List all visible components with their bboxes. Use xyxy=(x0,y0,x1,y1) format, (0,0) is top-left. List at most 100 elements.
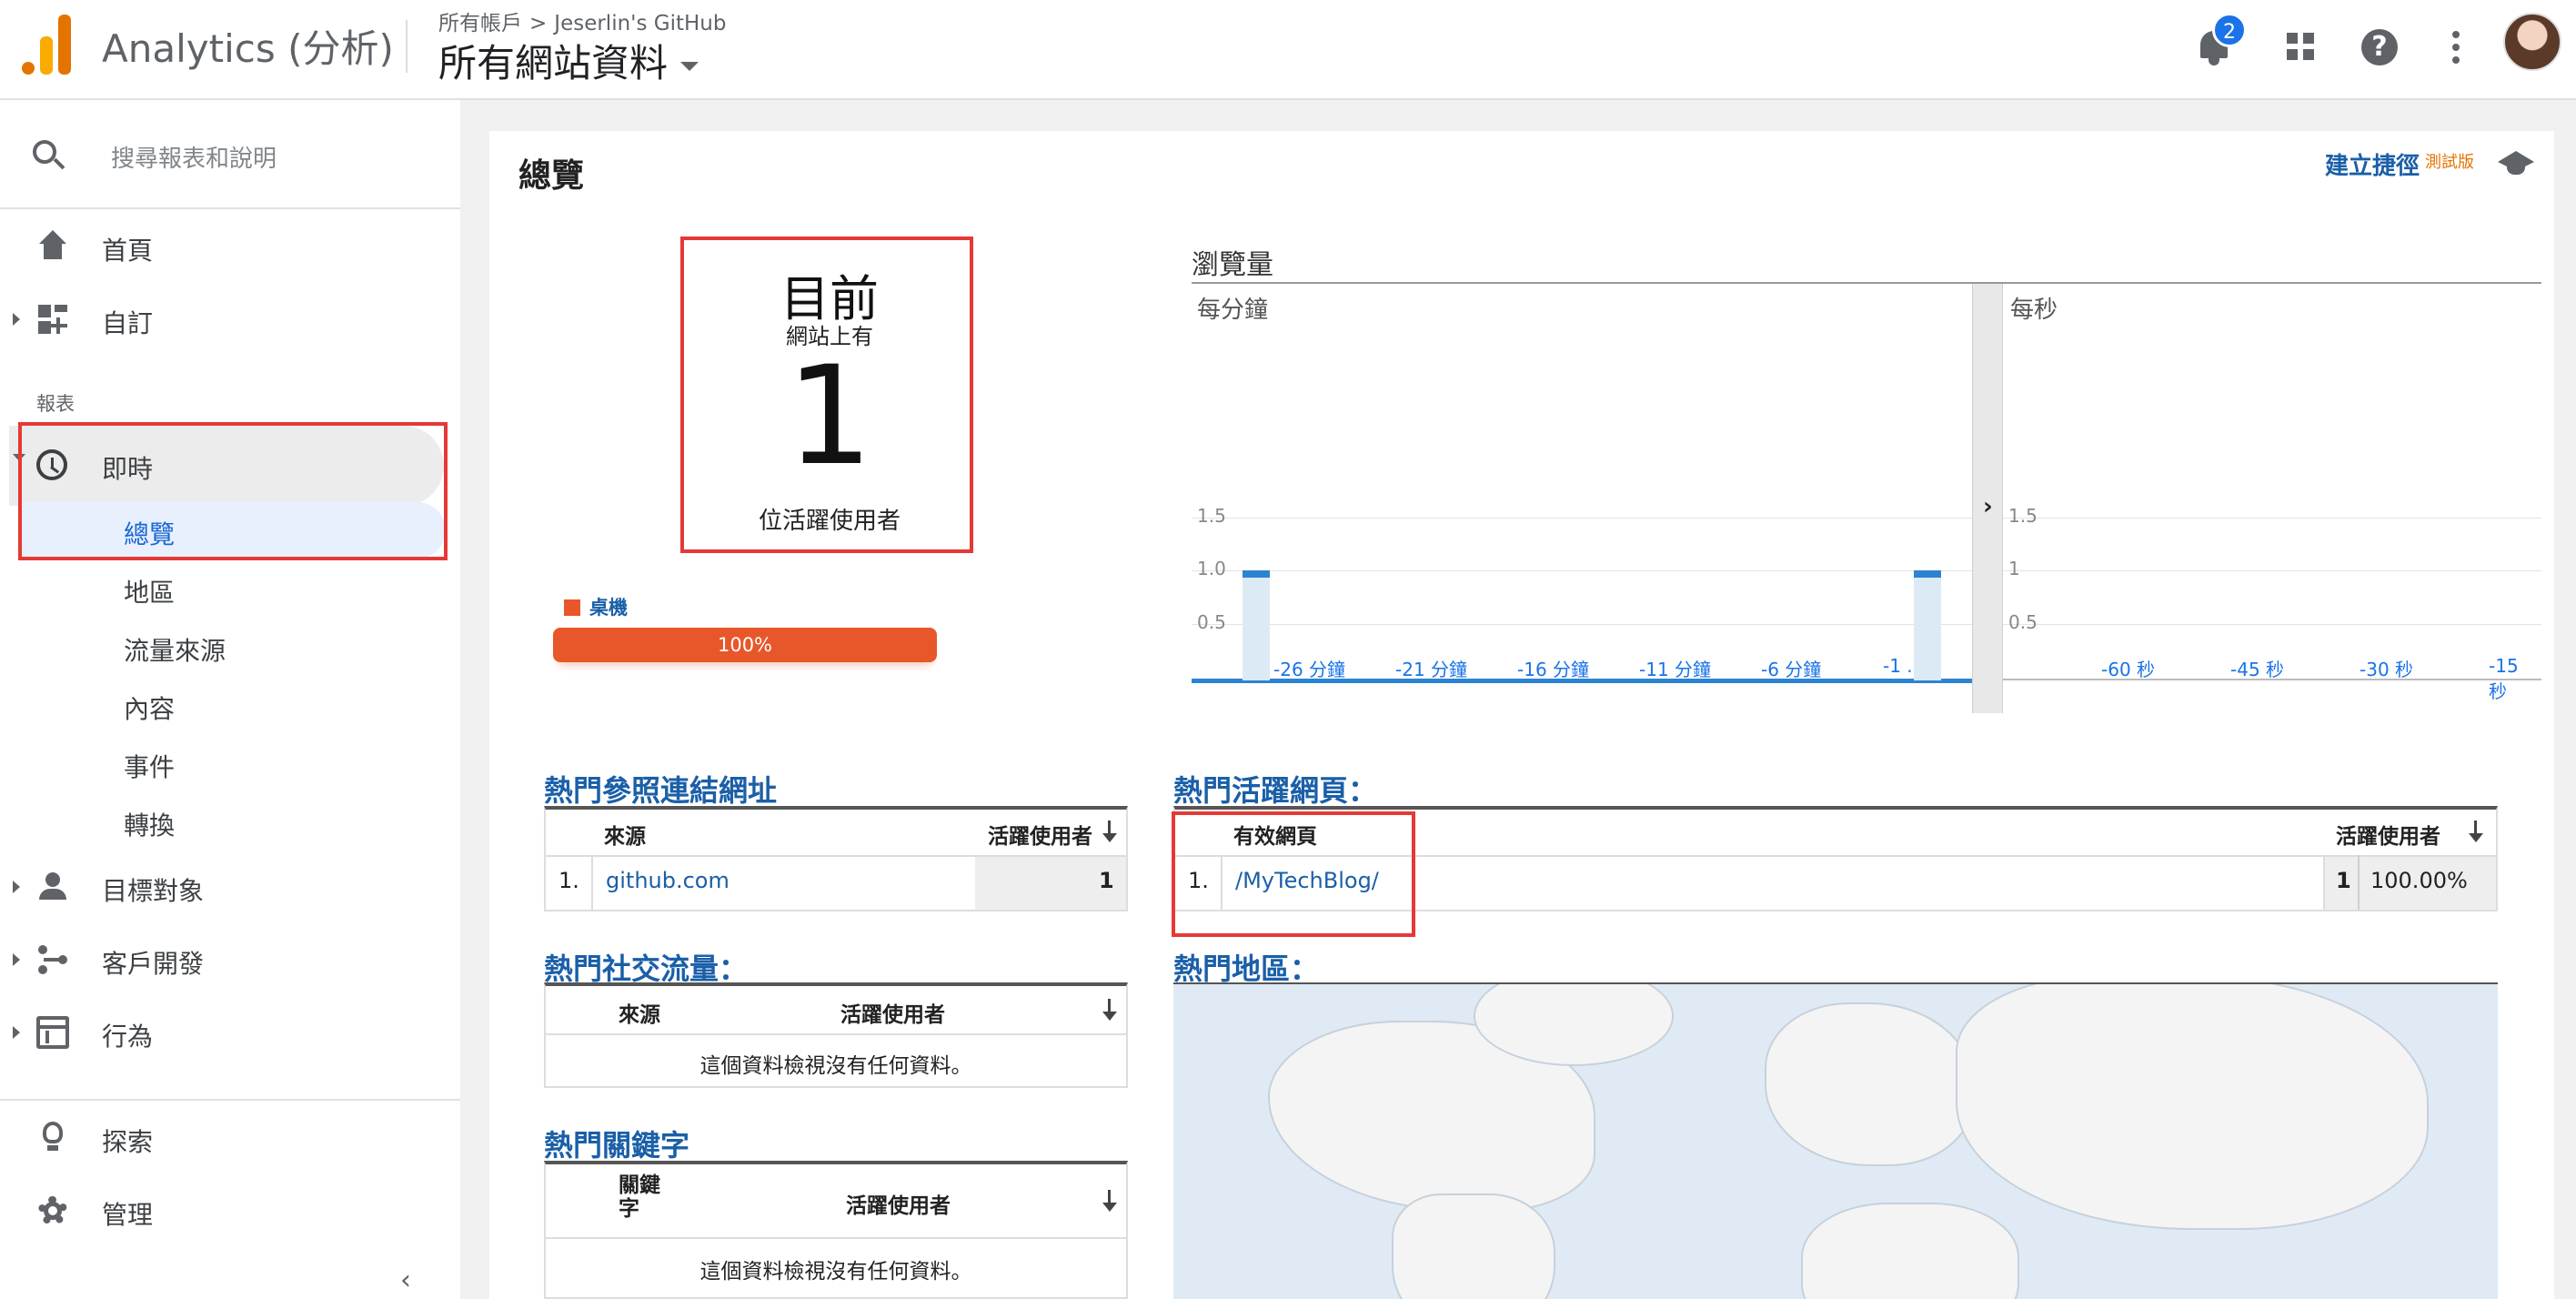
chart-baseline xyxy=(2003,679,2541,680)
more-vert-icon[interactable] xyxy=(2434,25,2478,69)
empty-message: 這個資料檢視沒有任何資料。 xyxy=(699,1260,972,1284)
sort-arrow-icon[interactable] xyxy=(1101,821,1119,844)
sidebar-item-label: 自訂 xyxy=(102,308,154,338)
sidebar-subitem-content[interactable]: 內容 xyxy=(0,677,446,733)
beta-label: 測試版 xyxy=(2425,153,2474,172)
y-tick-label: 1.5 xyxy=(1197,504,1226,527)
sidebar-item-label: 探索 xyxy=(102,1127,154,1157)
sidebar-item-label: 客戶開發 xyxy=(102,949,205,979)
graduation-cap-icon[interactable] xyxy=(2498,147,2534,175)
app-title: Analytics (分析) xyxy=(102,26,394,71)
row-rank: 1. xyxy=(558,868,579,893)
chart-gridline xyxy=(1192,623,1972,625)
sidebar-item-admin[interactable]: 管理 xyxy=(0,1179,460,1243)
chart-gridline xyxy=(1192,517,1972,519)
sidebar-item-label: 首頁 xyxy=(102,236,154,266)
pageviews-title: 瀏覽量 xyxy=(1192,249,1273,281)
sidebar-subitem-traffic-sources[interactable]: 流量來源 xyxy=(0,619,446,675)
sidebar-item-behavior[interactable]: 行為 xyxy=(0,1001,460,1064)
dashboard-icon xyxy=(36,303,69,336)
x-tick-label: -11 分鐘 xyxy=(1639,659,1712,680)
create-shortcut-link[interactable]: 建立捷徑 xyxy=(2325,147,2420,181)
device-share-bar[interactable]: 100% xyxy=(553,628,937,662)
table-divider xyxy=(546,1237,1126,1239)
main-content: 總覽 建立捷徑 測試版 目前 網站上有 1 位活躍使用者 桌機 100% 瀏覽量… xyxy=(489,131,2554,1299)
x-tick-label: -30 秒 xyxy=(2360,659,2414,680)
view-selector[interactable]: 所有網站資料 xyxy=(438,33,699,88)
table-divider xyxy=(2323,855,2325,910)
sidebar-item-audience[interactable]: 目標對象 xyxy=(0,855,460,919)
col-source-header[interactable]: 來源 xyxy=(604,819,646,850)
account-breadcrumb[interactable]: 所有帳戶 > Jeserlin's GitHub xyxy=(438,5,726,36)
map-landmass-africa xyxy=(1801,1203,2019,1299)
map-landmass-europe xyxy=(1765,1002,1974,1166)
sidebar-item-label: 管理 xyxy=(102,1200,154,1230)
sidebar-item-discover[interactable]: 探索 xyxy=(0,1106,460,1170)
world-map[interactable] xyxy=(1173,984,2498,1299)
legend-swatch xyxy=(564,599,580,616)
chart-gridline xyxy=(2003,517,2541,519)
sidebar-subitem-locations[interactable]: 地區 xyxy=(0,560,446,617)
chevron-right-icon[interactable]: › xyxy=(1983,493,1993,520)
gear-icon xyxy=(36,1194,69,1227)
acquisition-icon xyxy=(36,943,69,976)
col-active-users-header[interactable]: 活躍使用者 xyxy=(840,997,945,1028)
person-icon xyxy=(36,871,69,903)
search-placeholder: 搜尋報表和說明 xyxy=(111,146,277,173)
sidebar: 搜尋報表和說明 首頁 自訂 報表 即時 總覽 地區 流量來源 內容 事件 轉換 … xyxy=(0,100,460,1299)
chart-gridline xyxy=(1192,570,1972,571)
sort-arrow-icon[interactable] xyxy=(2467,821,2485,844)
per-second-label: 每秒 xyxy=(2010,297,2058,324)
y-tick-label: 0.5 xyxy=(2008,610,2038,633)
expand-arrow-icon xyxy=(13,313,20,326)
expand-arrow-icon xyxy=(13,1026,20,1039)
help-icon[interactable]: ? xyxy=(2358,25,2401,69)
sidebar-search[interactable]: 搜尋報表和說明 xyxy=(0,100,460,209)
collapse-sidebar-icon[interactable]: ‹ xyxy=(400,1264,411,1296)
y-tick-label: 0.5 xyxy=(1197,610,1226,633)
referral-source-link[interactable]: github.com xyxy=(606,868,730,893)
header-divider xyxy=(406,20,408,73)
view-name: 所有網站資料 xyxy=(438,41,669,86)
top-bar: Analytics (分析) 所有帳戶 > Jeserlin's GitHub 所有… xyxy=(0,0,2576,100)
col-active-users-header[interactable]: 活躍使用者 xyxy=(2336,819,2440,850)
sidebar-item-acquisition[interactable]: 客戶開發 xyxy=(0,928,460,992)
map-landmass-central-america xyxy=(1392,1193,1555,1299)
y-tick-label: 1.5 xyxy=(2008,504,2038,527)
col-active-users-header[interactable]: 活躍使用者 xyxy=(846,1188,951,1219)
subitem-label: 內容 xyxy=(124,694,176,724)
annotation-box xyxy=(1172,811,1415,937)
pageviews-chart: 每分鐘 每秒 › 0.5 1.0 1.5 -26 分鐘 -21 分鐘 -16 分鐘 -11 … xyxy=(1192,282,2541,713)
empty-message: 這個資料檢視沒有任何資料。 xyxy=(699,1054,972,1078)
table-divider xyxy=(546,1033,1126,1035)
chart-bar xyxy=(1243,570,1270,680)
chart-top-border xyxy=(1192,282,2541,284)
chevron-down-icon xyxy=(680,61,699,71)
sidebar-subitem-events[interactable]: 事件 xyxy=(0,735,446,791)
top-referrals-title: 熱門參照連結網址 xyxy=(544,773,778,808)
col-active-users-header[interactable]: 活躍使用者 xyxy=(988,819,1092,850)
x-tick-label: -16 分鐘 xyxy=(1517,659,1590,680)
sort-arrow-icon[interactable] xyxy=(1101,1190,1119,1213)
sidebar-item-home[interactable]: 首頁 xyxy=(0,215,460,278)
sidebar-subitem-conversions[interactable]: 轉換 xyxy=(0,793,446,850)
annotation-box xyxy=(680,237,973,553)
subitem-label: 地區 xyxy=(124,578,176,608)
analytics-logo-icon[interactable] xyxy=(18,13,73,75)
top-active-pages-title: 熱門活躍網頁： xyxy=(1173,773,1378,808)
y-tick-label: 1.0 xyxy=(1197,558,1226,579)
sort-arrow-icon[interactable] xyxy=(1101,999,1119,1022)
subitem-label: 流量來源 xyxy=(124,636,226,666)
referral-users-value: 1 xyxy=(1099,868,1114,893)
col-keyword-header[interactable]: 關鍵字 xyxy=(619,1173,664,1221)
user-avatar[interactable] xyxy=(2503,13,2561,71)
sidebar-item-customization[interactable]: 自訂 xyxy=(0,287,460,351)
page-users-value: 1 xyxy=(2336,868,2351,893)
behavior-icon xyxy=(36,1016,69,1049)
x-tick-label: -60 秒 xyxy=(2101,659,2156,680)
col-source-header[interactable]: 來源 xyxy=(619,997,660,1028)
home-icon xyxy=(36,230,69,263)
apps-grid-icon[interactable] xyxy=(2279,25,2323,69)
top-referrals-table: 來源 活躍使用者 1. github.com 1 xyxy=(544,806,1128,911)
subitem-label: 轉換 xyxy=(124,811,176,841)
